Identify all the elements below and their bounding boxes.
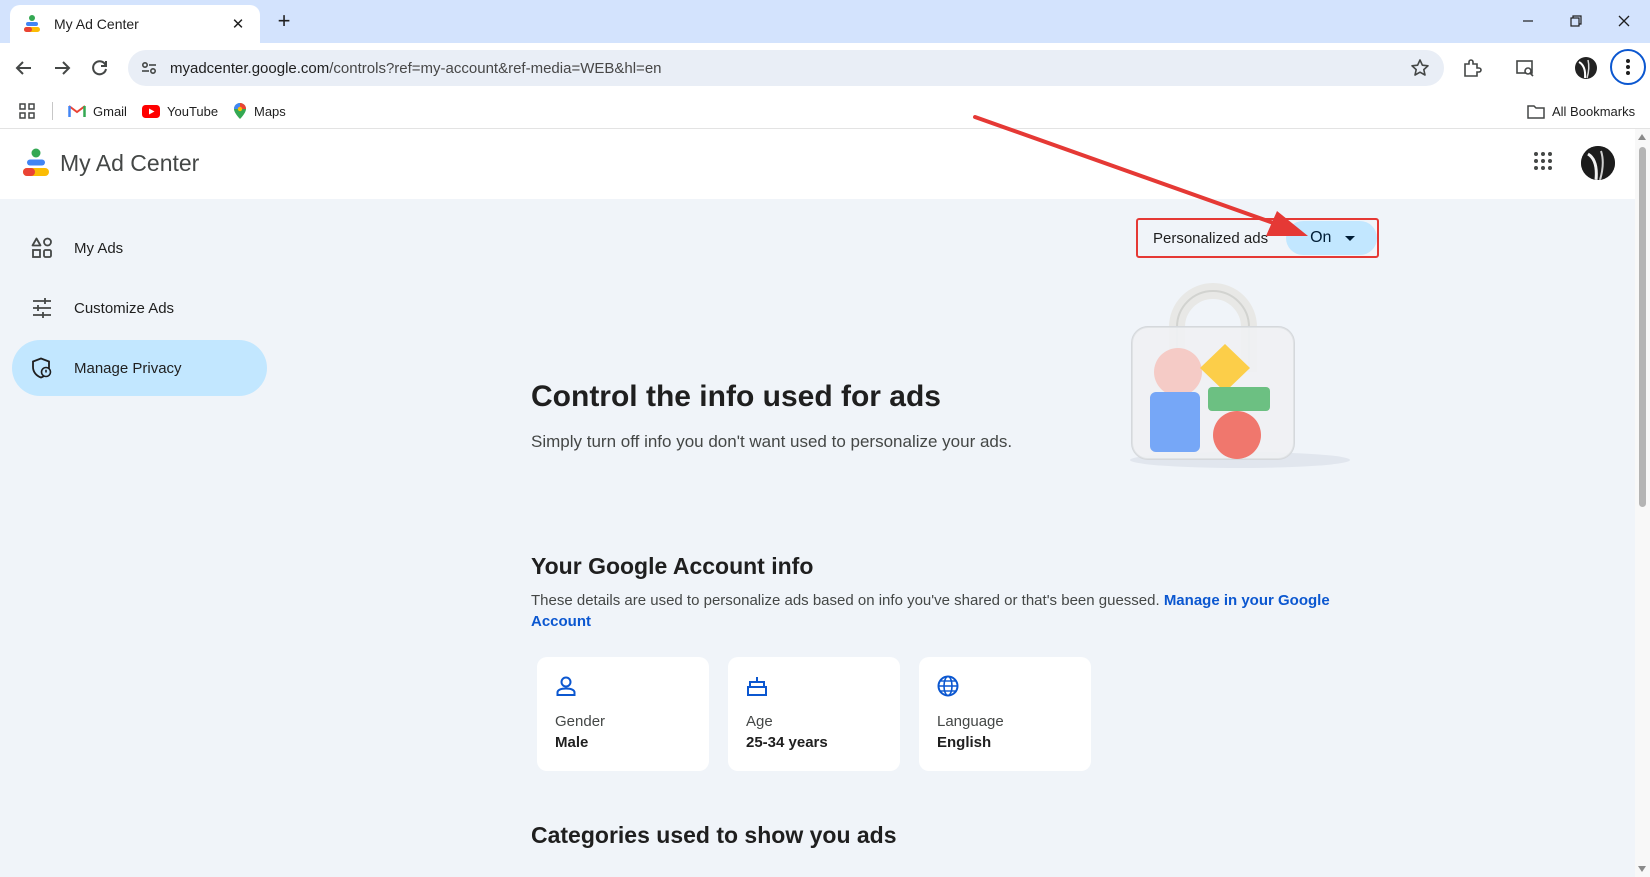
- bookmark-gmail[interactable]: Gmail: [68, 101, 127, 121]
- tune-icon: [31, 297, 53, 319]
- privacy-shield-icon: [31, 357, 53, 379]
- back-button[interactable]: [8, 52, 40, 84]
- new-tab-button[interactable]: +: [272, 10, 296, 34]
- bookmark-label: Maps: [254, 104, 286, 119]
- all-bookmarks-button[interactable]: All Bookmarks: [1527, 101, 1635, 121]
- card-label: Age: [746, 713, 882, 730]
- address-bar[interactable]: myadcenter.google.com/controls?ref=my-ac…: [128, 50, 1444, 86]
- card-value: English: [937, 734, 1073, 751]
- scroll-up-arrow-icon[interactable]: [1638, 134, 1646, 140]
- tab-title: My Ad Center: [54, 16, 228, 32]
- scroll-down-arrow-icon[interactable]: [1638, 866, 1646, 872]
- bookmark-label: Gmail: [93, 104, 127, 119]
- browser-menu-button[interactable]: [1610, 49, 1646, 85]
- more-vert-icon: [1625, 58, 1631, 76]
- person-icon: [555, 675, 577, 697]
- extensions-button[interactable]: [1456, 52, 1488, 84]
- account-info-text: These details are used to personalize ad…: [531, 592, 1160, 609]
- side-navigation: My Ads Customize Ads Manage Privacy: [12, 220, 267, 400]
- account-info-description: These details are used to personalize ad…: [531, 590, 1351, 632]
- globe-icon: [937, 675, 959, 697]
- bookmark-star-icon[interactable]: [1410, 58, 1430, 78]
- forward-button[interactable]: [46, 52, 78, 84]
- bookmark-youtube[interactable]: YouTube: [142, 101, 218, 121]
- hero-title: Control the info used for ads: [531, 380, 941, 414]
- profile-button[interactable]: [1570, 52, 1602, 84]
- bookmark-divider: [52, 102, 53, 120]
- browser-toolbar: myadcenter.google.com/controls?ref=my-ac…: [0, 43, 1650, 93]
- app-logo[interactable]: My Ad Center: [20, 147, 199, 179]
- my-ad-center-logo-icon: [20, 147, 52, 179]
- tab-search-icon: [1515, 58, 1535, 78]
- url-text[interactable]: myadcenter.google.com/controls?ref=my-ac…: [170, 60, 662, 77]
- page-scrollbar[interactable]: [1635, 129, 1650, 877]
- annotation-highlight-box: [1136, 218, 1379, 258]
- info-card-language[interactable]: Language English: [919, 657, 1091, 771]
- arrow-right-icon: [53, 59, 71, 77]
- browser-tab-strip: My Ad Center ✕ +: [0, 0, 1650, 43]
- reload-icon: [91, 59, 109, 77]
- nav-item-my-ads[interactable]: My Ads: [12, 220, 267, 276]
- restore-icon: [1569, 14, 1583, 28]
- puzzle-icon: [1462, 58, 1482, 78]
- apps-grid-icon: [19, 103, 35, 119]
- lock-illustration: [1120, 272, 1360, 472]
- gmail-icon: [68, 104, 86, 118]
- nav-label: Customize Ads: [74, 300, 174, 317]
- browser-tab[interactable]: My Ad Center ✕: [10, 5, 260, 43]
- youtube-icon: [142, 105, 160, 118]
- apps-shortcut[interactable]: [19, 101, 35, 121]
- tab-close-icon[interactable]: ✕: [228, 15, 248, 33]
- cake-icon: [746, 675, 768, 697]
- nav-label: Manage Privacy: [74, 360, 182, 377]
- app-header: My Ad Center: [0, 129, 1635, 199]
- account-info-title: Your Google Account info: [531, 553, 813, 580]
- my-ad-center-favicon: [22, 14, 42, 34]
- hero-subtitle: Simply turn off info you don't want used…: [531, 432, 1012, 452]
- reload-button[interactable]: [84, 52, 116, 84]
- folder-icon: [1527, 104, 1545, 119]
- nav-item-customize-ads[interactable]: Customize Ads: [12, 280, 267, 336]
- info-card-age[interactable]: Age 25-34 years: [728, 657, 900, 771]
- restore-button[interactable]: [1556, 8, 1596, 34]
- card-label: Language: [937, 713, 1073, 730]
- close-icon: [1617, 14, 1631, 28]
- nav-item-manage-privacy[interactable]: Manage Privacy: [12, 340, 267, 396]
- bookmarks-bar: Gmail YouTube Maps All Bookmarks: [0, 93, 1650, 129]
- close-window-button[interactable]: [1604, 8, 1644, 34]
- url-host: myadcenter.google.com: [170, 60, 329, 77]
- categories-title: Categories used to show you ads: [531, 822, 897, 849]
- card-value: Male: [555, 734, 691, 751]
- all-bookmarks-label: All Bookmarks: [1552, 104, 1635, 119]
- scrollbar-thumb[interactable]: [1639, 147, 1646, 507]
- bookmark-label: YouTube: [167, 104, 218, 119]
- account-avatar[interactable]: [1581, 146, 1615, 180]
- bookmark-maps[interactable]: Maps: [233, 101, 286, 121]
- info-card-gender[interactable]: Gender Male: [537, 657, 709, 771]
- app-title: My Ad Center: [60, 150, 199, 177]
- account-info-cards: Gender Male Age 25-34 years Language Eng…: [537, 657, 1110, 771]
- avatar-image: [1581, 146, 1615, 180]
- arrow-left-icon: [15, 59, 33, 77]
- tab-search-button[interactable]: [1509, 52, 1541, 84]
- shapes-icon: [31, 237, 53, 259]
- card-value: 25-34 years: [746, 734, 882, 751]
- maps-pin-icon: [233, 102, 247, 120]
- nav-label: My Ads: [74, 240, 123, 257]
- profile-avatar-icon: [1574, 56, 1598, 80]
- minimize-icon: [1521, 14, 1535, 28]
- google-apps-icon[interactable]: [1533, 151, 1553, 171]
- card-label: Gender: [555, 713, 691, 730]
- url-path: /controls?ref=my-account&ref-media=WEB&h…: [329, 60, 661, 77]
- minimize-button[interactable]: [1508, 8, 1548, 34]
- site-settings-icon[interactable]: [140, 59, 158, 77]
